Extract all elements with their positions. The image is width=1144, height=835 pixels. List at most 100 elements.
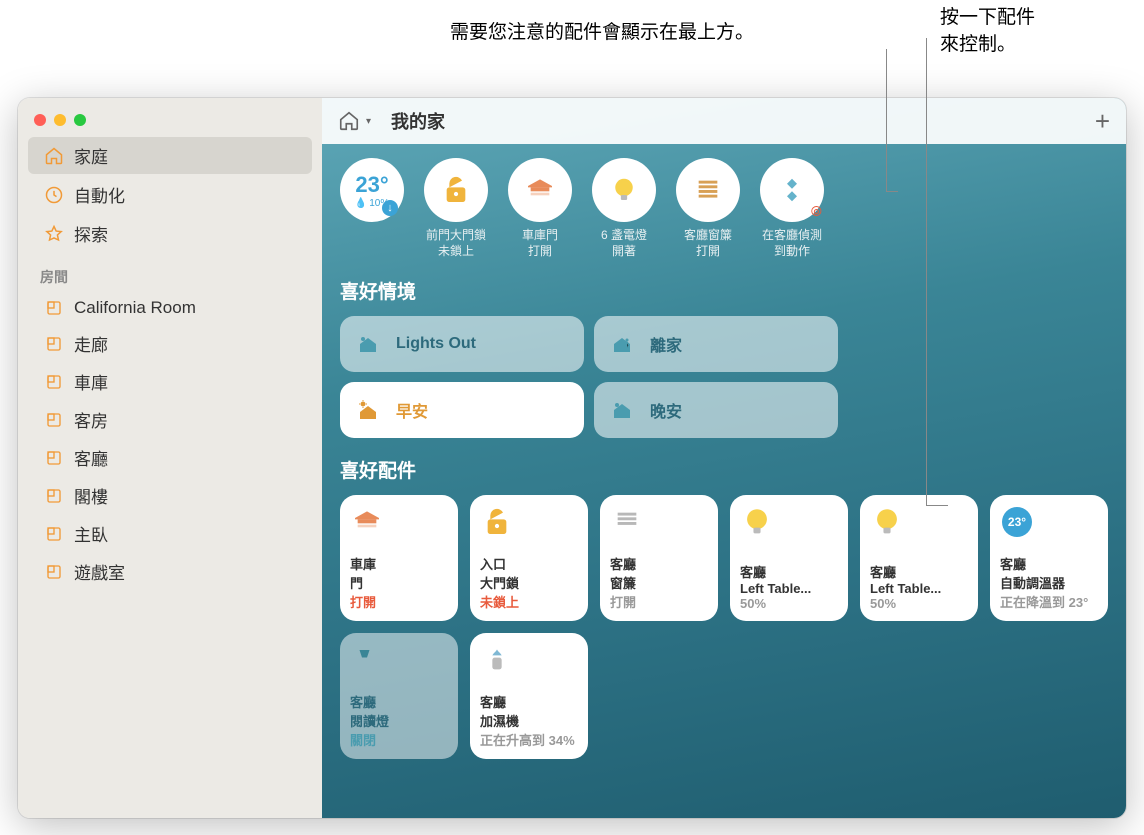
tile-room: 客廳: [610, 554, 708, 573]
callout-line: [926, 38, 927, 505]
status-label: 前門大門鎖未鎖上: [426, 228, 486, 259]
scene-button[interactable]: 離家: [594, 316, 838, 372]
status-circle: [592, 158, 656, 222]
room-label: 主臥: [74, 521, 108, 546]
accessory-tile[interactable]: 23° 客廳 自動調溫器 正在降溫到 23°: [990, 495, 1108, 621]
tile-state: 打開: [610, 592, 708, 611]
sidebar-room-item[interactable]: 遊戲室: [28, 553, 312, 590]
bulb-on-icon: [740, 505, 774, 539]
tile-state: 關閉: [350, 730, 448, 749]
rooms-list: California Room 走廊車庫客房客廳閣樓主臥遊戲室: [18, 291, 322, 591]
minimize-window-button[interactable]: [54, 114, 66, 126]
scene-button[interactable]: 早安: [340, 382, 584, 438]
tile-state: 打開: [350, 592, 448, 611]
room-label: California Room: [74, 298, 196, 318]
room-label: 走廊: [74, 331, 108, 356]
sidebar-room-item[interactable]: 主臥: [28, 515, 312, 552]
home-icon: [44, 146, 64, 166]
status-chip[interactable]: 6 盞電燈開著: [592, 158, 656, 259]
callout-click: 按一下配件 來控制。: [940, 5, 1035, 58]
sidebar-room-item[interactable]: California Room: [28, 292, 312, 324]
accessory-tile[interactable]: 客廳 Left Table... 50%: [730, 495, 848, 621]
thermostat-icon: 23°: [1000, 505, 1034, 539]
window-controls: [18, 98, 322, 136]
tile-room: 車庫: [350, 554, 448, 573]
accessory-tile[interactable]: 車庫 門 打開: [340, 495, 458, 621]
sidebar-item-discover[interactable]: 探索: [28, 215, 312, 252]
status-circle: [676, 158, 740, 222]
zoom-window-button[interactable]: [74, 114, 86, 126]
callout-click-line1: 按一下配件: [940, 5, 1035, 32]
status-row: 23° 💧 10% ↓ 前門大門鎖未鎖上車庫門打開 6 盞電燈開著 客廳窗簾打開 ⦾在…: [340, 158, 1108, 259]
scene-label: 早安: [396, 398, 428, 422]
home-icon: [338, 110, 360, 132]
status-chip[interactable]: 車庫門打開: [508, 158, 572, 259]
callout-attention: 需要您注意的配件會顯示在最上方。: [450, 20, 754, 47]
sidebar-rooms-header: 房間: [18, 253, 322, 291]
tile-name: 自動調溫器: [1000, 573, 1098, 592]
sidebar-room-item[interactable]: 客廳: [28, 439, 312, 476]
accessories-section-title: 喜好配件: [340, 456, 1108, 483]
room-label: 客廳: [74, 445, 108, 470]
sidebar-room-item[interactable]: 車庫: [28, 363, 312, 400]
garage-icon: [350, 505, 384, 539]
sidebar-room-item[interactable]: 閣樓: [28, 477, 312, 514]
status-label: 客廳窗簾打開: [684, 228, 732, 259]
chevron-down-icon: ▾: [366, 116, 371, 127]
accessory-tile[interactable]: 客廳 閱讀燈 關閉: [340, 633, 458, 759]
close-window-button[interactable]: [34, 114, 46, 126]
accessory-tile[interactable]: 客廳 加濕機 正在升高到 34%: [470, 633, 588, 759]
room-icon: [44, 372, 64, 392]
room-icon: [44, 486, 64, 506]
home-selector[interactable]: ▾: [338, 110, 371, 132]
tile-state: 正在升高到 34%: [480, 730, 578, 749]
tile-state: 未鎖上: [480, 592, 578, 611]
scenes-grid: Lights Out 離家早安 晚安: [340, 316, 1108, 438]
unlock-icon: [480, 505, 514, 539]
room-label: 客房: [74, 407, 108, 432]
tile-room: 客廳: [480, 692, 578, 711]
tile-name: Left Table...: [740, 581, 838, 596]
drop-icon: 💧: [355, 198, 367, 209]
tile-room: 入口: [480, 554, 578, 573]
tile-state: 50%: [740, 596, 838, 611]
accessory-tile[interactable]: 入口 大門鎖 未鎖上: [470, 495, 588, 621]
sidebar-room-item[interactable]: 走廊: [28, 325, 312, 362]
app-window: 家庭 自動化 探索 房間 California Room走廊車庫客房客廳閣樓主臥…: [18, 98, 1126, 818]
scene-label: 離家: [650, 332, 682, 356]
status-label: 6 盞電燈開著: [601, 228, 647, 259]
accessory-tile[interactable]: 客廳 Left Table... 50%: [860, 495, 978, 621]
sidebar-item-automation[interactable]: 自動化: [28, 176, 312, 213]
climate-temp: 23°: [355, 172, 388, 198]
tile-room: 客廳: [1000, 554, 1098, 573]
status-chip[interactable]: ⦾在客廳偵測到動作: [760, 158, 824, 259]
tile-room: 客廳: [740, 562, 838, 581]
scene-button[interactable]: Lights Out: [340, 316, 584, 372]
status-label: 在客廳偵測到動作: [762, 228, 822, 259]
room-icon: [44, 298, 64, 318]
scene-label: Lights Out: [396, 335, 476, 353]
room-icon: [44, 410, 64, 430]
scene-button[interactable]: 晚安: [594, 382, 838, 438]
tile-name: 窗簾: [610, 573, 708, 592]
sidebar: 家庭 自動化 探索 房間 California Room 走廊車庫客房客廳閣樓主臥…: [18, 98, 322, 818]
climate-chip[interactable]: 23° 💧 10% ↓: [340, 158, 404, 259]
humidifier-icon: [480, 643, 514, 677]
accessory-tile[interactable]: 客廳 窗簾 打開: [600, 495, 718, 621]
callout-click-line2: 來控制。: [940, 32, 1035, 59]
climate-circle: 23° 💧 10% ↓: [340, 158, 404, 222]
sidebar-item-label: 自動化: [74, 182, 125, 207]
room-label: 遊戲室: [74, 559, 125, 584]
sidebar-item-home[interactable]: 家庭: [28, 137, 312, 174]
room-icon: [44, 562, 64, 582]
sun-house-icon: [354, 396, 382, 424]
star-icon: [44, 224, 64, 244]
blinds-icon: [610, 505, 644, 539]
status-chip[interactable]: 客廳窗簾打開: [676, 158, 740, 259]
status-chip[interactable]: 前門大門鎖未鎖上: [424, 158, 488, 259]
room-label: 閣樓: [74, 483, 108, 508]
room-label: 車庫: [74, 369, 108, 394]
sidebar-item-label: 家庭: [74, 143, 108, 168]
sidebar-room-item[interactable]: 客房: [28, 401, 312, 438]
add-button[interactable]: +: [1095, 106, 1110, 137]
